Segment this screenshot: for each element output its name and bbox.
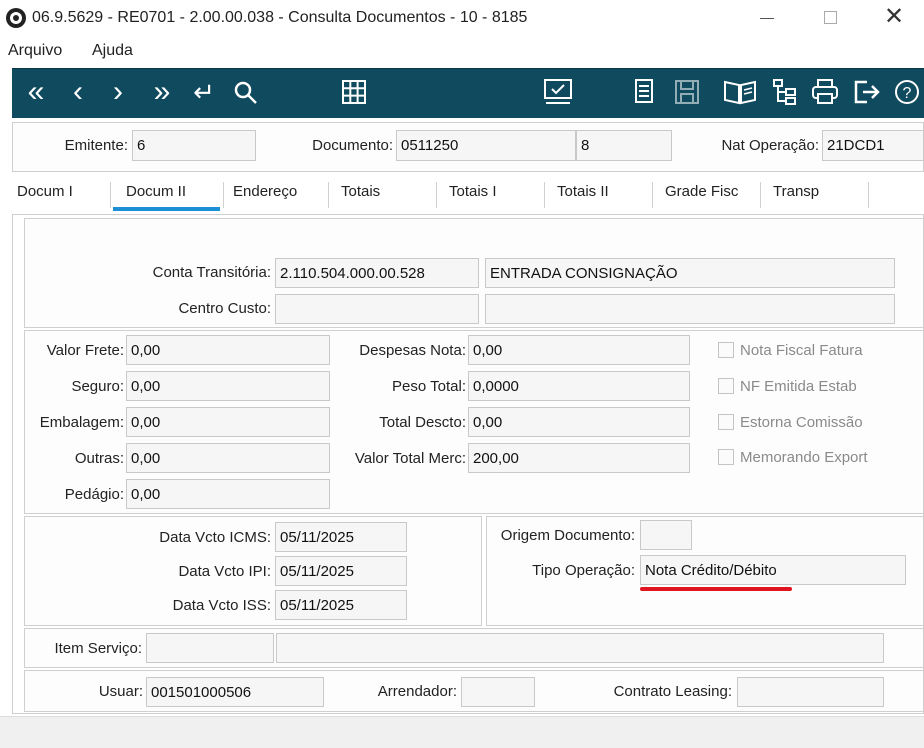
despesas-nota-label: Despesas Nota: xyxy=(359,342,466,359)
centro-custo-desc xyxy=(485,294,895,324)
memorando-export-label: Memorando Export xyxy=(740,449,868,466)
pedagio-label: Pedágio: xyxy=(64,486,124,503)
arrendador-label: Arrendador: xyxy=(377,683,457,700)
search-icon[interactable] xyxy=(230,74,262,110)
item-servico-label: Item Serviço: xyxy=(54,640,142,657)
tipo-operacao-label: Tipo Operação: xyxy=(532,562,635,579)
valor-total-merc-field[interactable]: 200,00 xyxy=(468,443,690,473)
contrato-leasing-field[interactable] xyxy=(737,677,884,707)
despesas-nota-field[interactable]: 0,00 xyxy=(468,335,690,365)
menu-bar: Arquivo Ajuda xyxy=(0,38,924,66)
estorna-comissao-checkbox[interactable] xyxy=(718,414,734,430)
estorna-comissao-label: Estorna Comissão xyxy=(740,414,863,431)
tab-endereco[interactable]: Endereço xyxy=(233,183,297,200)
embalagem-field[interactable]: 0,00 xyxy=(126,407,330,437)
nf-emitida-estab-checkbox[interactable] xyxy=(718,378,734,394)
grid-icon[interactable] xyxy=(338,74,370,110)
exit-icon[interactable] xyxy=(850,74,884,110)
documento-field[interactable]: 0511250 xyxy=(396,130,576,161)
book-icon[interactable] xyxy=(720,74,760,110)
monitor-check-icon[interactable] xyxy=(540,74,576,110)
nota-fiscal-fatura-label: Nota Fiscal Fatura xyxy=(740,342,863,359)
previous-icon[interactable]: ‹ xyxy=(64,74,92,110)
emitente-label: Emitente: xyxy=(64,137,128,154)
centro-custo-label: Centro Custo: xyxy=(178,300,271,317)
peso-total-label: Peso Total: xyxy=(392,378,466,395)
document-list-icon[interactable] xyxy=(630,74,658,110)
pedagio-field[interactable]: 0,00 xyxy=(126,479,330,509)
seguro-field[interactable]: 0,00 xyxy=(126,371,330,401)
minimize-button[interactable] xyxy=(760,18,774,19)
data-vcto-icms-field[interactable]: 05/11/2025 xyxy=(275,522,407,552)
emitente-field[interactable]: 6 xyxy=(132,130,256,161)
seguro-label: Seguro: xyxy=(71,378,124,395)
conta-transitoria-label: Conta Transitória: xyxy=(152,264,271,281)
conta-transitoria-field[interactable]: 2.110.504.000.00.528 xyxy=(275,258,479,288)
first-icon[interactable]: « xyxy=(18,74,54,110)
nat-operacao-label: Nat Operação: xyxy=(721,137,819,154)
conta-transitoria-desc: ENTRADA CONSIGNAÇÃO xyxy=(485,258,895,288)
outras-field[interactable]: 0,00 xyxy=(126,443,330,473)
item-servico-field[interactable] xyxy=(146,633,274,663)
tab-docum-i[interactable]: Docum I xyxy=(17,183,73,200)
active-tab-indicator xyxy=(113,207,220,211)
total-descto-label: Total Descto: xyxy=(379,414,466,431)
tree-icon[interactable] xyxy=(770,74,800,110)
tab-totais[interactable]: Totais xyxy=(341,183,380,200)
tab-totais-ii[interactable]: Totais II xyxy=(557,183,609,200)
maximize-button[interactable] xyxy=(824,11,837,24)
help-icon[interactable]: ? xyxy=(892,74,922,110)
centro-custo-field[interactable] xyxy=(275,294,479,324)
valor-frete-label: Valor Frete: xyxy=(46,342,124,359)
application-window: 06.9.5629 - RE0701 - 2.00.00.038 - Consu… xyxy=(0,0,924,748)
tab-grade-fisc[interactable]: Grade Fisc xyxy=(665,183,738,200)
peso-total-field[interactable]: 0,0000 xyxy=(468,371,690,401)
data-vcto-iss-field[interactable]: 05/11/2025 xyxy=(275,590,407,620)
data-vcto-ipi-field[interactable]: 05/11/2025 xyxy=(275,556,407,586)
tab-docum-ii[interactable]: Docum II xyxy=(126,183,186,200)
memorando-export-checkbox[interactable] xyxy=(718,449,734,465)
usuar-field[interactable]: 001501000506 xyxy=(146,677,324,707)
nf-emitida-estab-label: NF Emitida Estab xyxy=(740,378,857,395)
origem-documento-label: Origem Documento: xyxy=(500,527,635,544)
save-icon[interactable] xyxy=(672,74,702,110)
tipo-operacao-field[interactable]: Nota Crédito/Débito xyxy=(640,555,906,585)
status-bar xyxy=(0,716,924,748)
contrato-leasing-label: Contrato Leasing: xyxy=(613,683,732,700)
menu-arquivo[interactable]: Arquivo xyxy=(8,42,62,60)
valor-total-merc-label: Valor Total Merc: xyxy=(354,450,466,467)
documento-label: Documento: xyxy=(312,137,393,154)
usuar-label: Usuar: xyxy=(98,683,143,700)
data-vcto-iss-label: Data Vcto ISS: xyxy=(172,597,271,614)
data-vcto-ipi-label: Data Vcto IPI: xyxy=(178,563,271,580)
origem-documento-field[interactable] xyxy=(640,520,692,550)
nat-operacao-field[interactable]: 21DCD1 xyxy=(822,130,924,161)
arrendador-field[interactable] xyxy=(461,677,535,707)
menu-ajuda[interactable]: Ajuda xyxy=(92,42,133,60)
annotation-underline xyxy=(640,587,792,591)
close-button[interactable]: ✕ xyxy=(884,2,904,32)
serie-field[interactable]: 8 xyxy=(576,130,672,161)
outras-label: Outras: xyxy=(74,450,124,467)
svg-text:?: ? xyxy=(903,85,912,102)
title-bar: 06.9.5629 - RE0701 - 2.00.00.038 - Consu… xyxy=(0,0,924,38)
nota-fiscal-fatura-checkbox[interactable] xyxy=(718,342,734,358)
window-title: 06.9.5629 - RE0701 - 2.00.00.038 - Consu… xyxy=(32,9,528,26)
item-servico-desc xyxy=(276,633,884,663)
data-vcto-icms-label: Data Vcto ICMS: xyxy=(159,529,271,546)
next-icon[interactable]: › xyxy=(104,74,132,110)
embalagem-label: Embalagem: xyxy=(39,414,124,431)
total-descto-field[interactable]: 0,00 xyxy=(468,407,690,437)
goto-icon[interactable]: ↵ xyxy=(184,74,224,110)
last-icon[interactable]: » xyxy=(144,74,180,110)
app-logo-icon xyxy=(6,8,26,28)
tab-transp[interactable]: Transp xyxy=(773,183,819,200)
tab-totais-i[interactable]: Totais I xyxy=(449,183,497,200)
print-icon[interactable] xyxy=(808,74,842,110)
valor-frete-field[interactable]: 0,00 xyxy=(126,335,330,365)
